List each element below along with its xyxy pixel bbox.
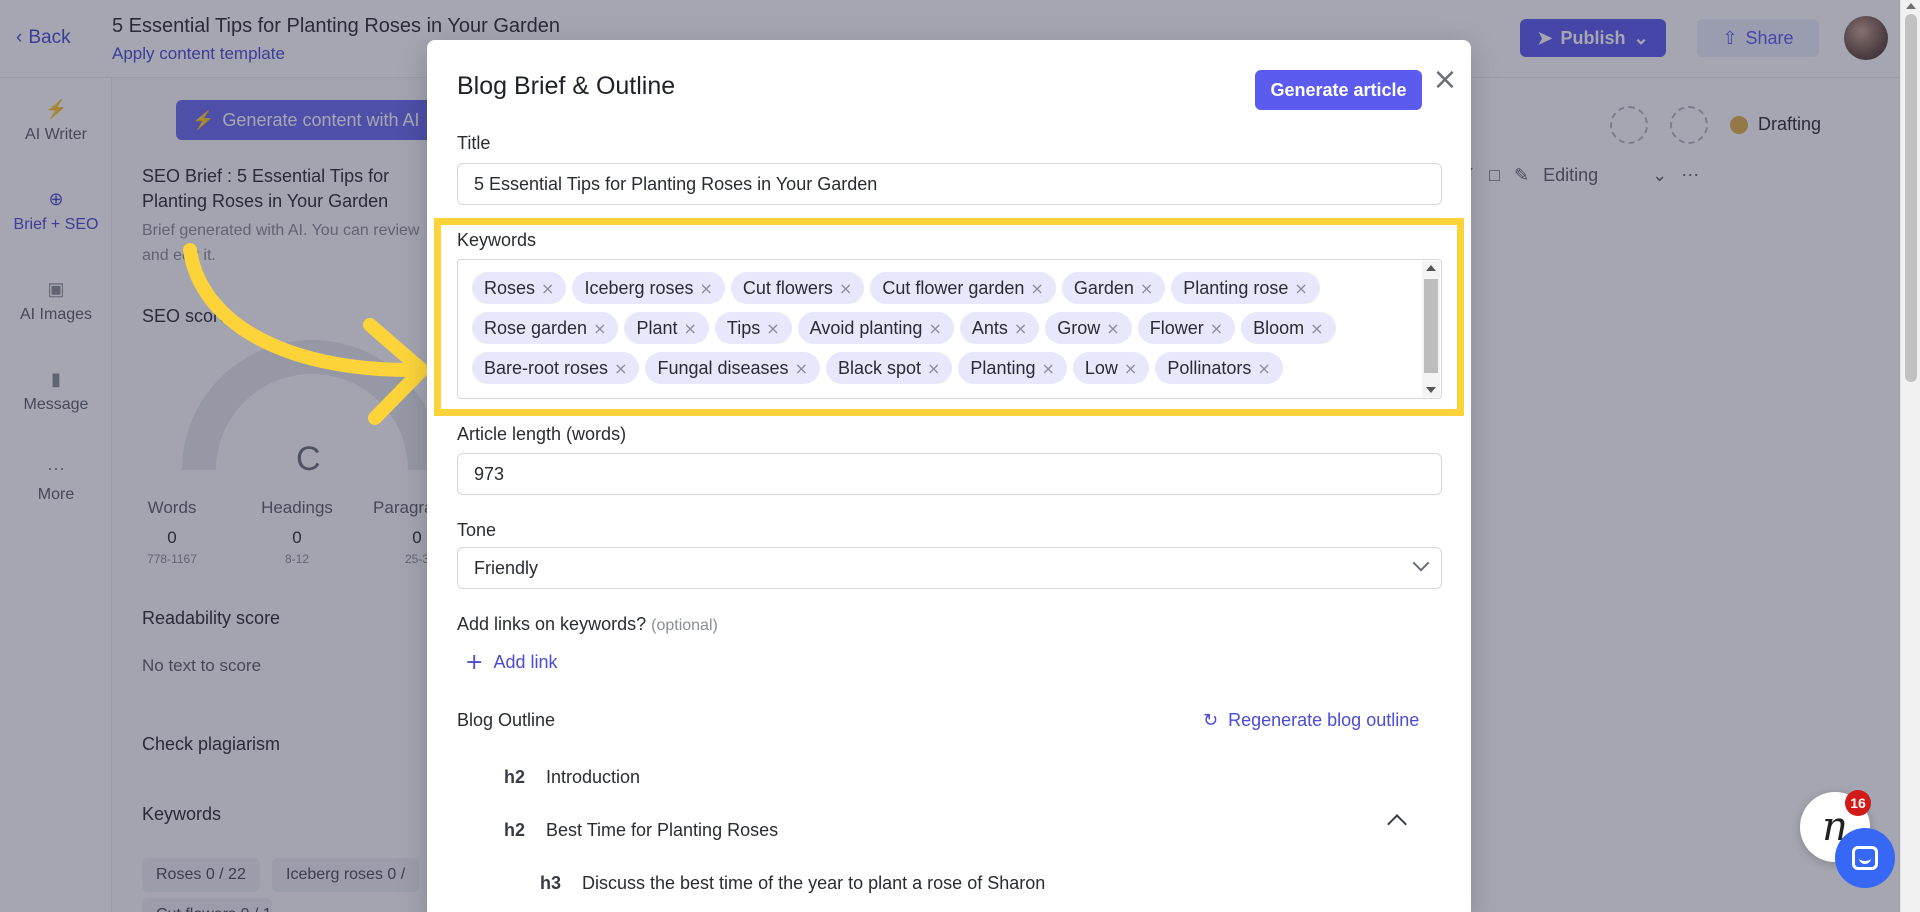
- outline-item[interactable]: h2 Best Time for Planting Roses: [504, 820, 778, 841]
- support-chat-button[interactable]: [1835, 828, 1895, 888]
- add-links-text: Add links on keywords?: [457, 614, 647, 634]
- outline-tag: h2: [504, 767, 526, 787]
- notification-badge: 16: [1845, 790, 1871, 816]
- tone-select[interactable]: Friendly: [457, 547, 1442, 589]
- title-input[interactable]: 5 Essential Tips for Planting Roses in Y…: [457, 163, 1442, 205]
- outline-text: Discuss the best time of the year to pla…: [582, 873, 1046, 893]
- outline-text: Introduction: [546, 767, 641, 787]
- scroll-up-icon[interactable]: [1906, 3, 1916, 9]
- regenerate-label: Regenerate blog outline: [1228, 710, 1420, 730]
- modal-title: Blog Brief & Outline: [457, 72, 676, 100]
- refresh-icon: ↻: [1203, 710, 1219, 731]
- add-link-label: Add link: [493, 652, 558, 672]
- plus-icon: +: [465, 650, 484, 675]
- outline-item[interactable]: h2 Introduction: [504, 767, 640, 788]
- tone-label: Tone: [457, 520, 497, 540]
- add-link-button[interactable]: + Add link: [465, 650, 557, 675]
- chevron-down-icon: [1412, 554, 1430, 572]
- outline-tag: h2: [504, 820, 526, 840]
- article-length-label: Article length (words): [457, 424, 627, 444]
- keywords-highlight-frame: [434, 218, 1464, 416]
- chat-bubble-icon: [1852, 846, 1878, 870]
- outline-tag: h3: [540, 873, 562, 893]
- add-links-label: Add links on keywords? (optional): [457, 614, 718, 635]
- close-icon[interactable]: ×: [1427, 62, 1463, 98]
- scroll-thumb[interactable]: [1905, 14, 1917, 382]
- generate-article-button[interactable]: Generate article: [1255, 70, 1422, 110]
- article-length-input[interactable]: 973: [457, 453, 1442, 495]
- regenerate-outline-button[interactable]: ↻ Regenerate blog outline: [1203, 710, 1419, 731]
- arrow-annotation: [183, 243, 429, 425]
- outline-item[interactable]: h3 Discuss the best time of the year to …: [540, 873, 1045, 894]
- outline-text: Best Time for Planting Roses: [546, 820, 779, 840]
- optional-tag: (optional): [651, 617, 718, 634]
- blog-brief-modal: Blog Brief & Outline Generate article × …: [427, 40, 1471, 912]
- tone-value: Friendly: [474, 557, 539, 578]
- blog-outline-heading: Blog Outline: [457, 710, 556, 730]
- chevron-up-icon[interactable]: [1387, 814, 1407, 834]
- title-label: Title: [457, 133, 491, 153]
- page-scrollbar[interactable]: [1900, 0, 1920, 912]
